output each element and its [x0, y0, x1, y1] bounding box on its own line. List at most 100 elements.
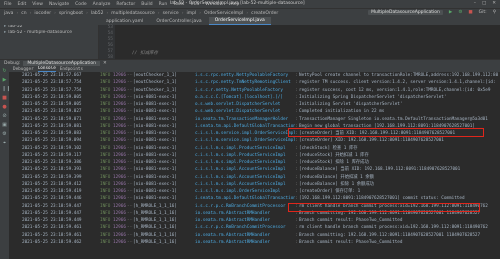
menu-analyze[interactable]: Analyze: [93, 2, 111, 7]
log-pid: 12966: [113, 87, 126, 93]
log-logger: c.i.s.l.m.s.impl.AccountServiceImpl: [195, 167, 286, 173]
run-icon[interactable]: ▶: [449, 10, 452, 15]
crumb-service[interactable]: service: [163, 11, 179, 16]
log-line: 2021-05-25 23:18:59.071INFO12966---[nio-…: [9, 116, 500, 123]
log-level: INFO: [100, 210, 111, 216]
crumb-lab52[interactable]: lab52: [91, 11, 104, 16]
menu-view[interactable]: View: [32, 2, 43, 7]
log-logger: c.i.s.l.m.service.impl.OrderServiceImpl: [195, 138, 295, 144]
log-pid: 12966: [113, 225, 126, 231]
log-thread: [nio-8081-exec-1]: [133, 131, 177, 136]
stop-icon[interactable]: ■: [2, 96, 7, 101]
pin-icon[interactable]: ⌖: [2, 141, 7, 146]
log-time: 2021-05-25 23:18:57.754: [22, 80, 82, 86]
log-thread: [nio-8081-exec-1]: [133, 152, 177, 158]
log-thread: [nio-8081-exec-1]: [133, 174, 177, 180]
log-level: INFO: [100, 203, 111, 209]
log-message: rm client handle branch commit process:x…: [299, 203, 488, 209]
title-bar: File Edit View Navigate Code Analyze Ref…: [0, 0, 500, 8]
tab-order-service-impl[interactable]: OrderServiceImpl.java: [208, 17, 271, 25]
log-message: [reduceStock] 开始扣减 1 库存: [299, 152, 369, 158]
log-message: [reduceBalance] 扣除 1 余额成功: [299, 181, 374, 187]
menu-file[interactable]: File: [4, 2, 12, 7]
log-line: 2021-05-25 23:18:59.419INFO12966---[nio-…: [9, 188, 500, 195]
resume-icon[interactable]: ▶: [2, 78, 7, 83]
menu-refactor[interactable]: Refactor: [116, 2, 135, 7]
maximize-icon[interactable]: □: [482, 1, 486, 6]
log-pid: 12966: [113, 152, 126, 158]
log-pid: 12966: [113, 145, 126, 151]
menu-build[interactable]: Build: [141, 2, 152, 7]
tab-debugger[interactable]: Debugger: [13, 67, 34, 72]
menu-edit[interactable]: Edit: [18, 2, 27, 7]
close-icon[interactable]: ✕: [103, 61, 107, 66]
stop-icon[interactable]: ■: [468, 10, 472, 15]
crumb-class[interactable]: OrderServiceImpl: [204, 11, 243, 16]
breakpoints-icon[interactable]: ●: [2, 105, 7, 110]
log-line: 2021-05-25 23:18:59.447INFO12966---[h_RM…: [9, 210, 500, 217]
console-output[interactable]: Debugger Console Endpoints 2021-05-25 23…: [9, 66, 500, 259]
log-thread: [h_RMROLE_1_1_16]: [133, 218, 177, 223]
search-icon[interactable]: ⚲: [493, 10, 496, 15]
run-config-select[interactable]: MultipleDatasourceApplication: [368, 10, 443, 15]
log-time: 2021-05-25 23:18:59.399: [22, 174, 82, 180]
tab-order-controller[interactable]: OrderController.java: [150, 18, 208, 25]
log-message: [createOrder] 当前 XID: 192.168.199.112:80…: [299, 131, 456, 136]
log-pid: 12966: [113, 203, 126, 209]
log-message: Branch commit result: PhaseTwo_Committed: [299, 239, 403, 245]
log-line: 2021-05-25 23:18:57.754INFO12966---[eout…: [9, 79, 500, 86]
rerun-icon[interactable]: ↻: [2, 69, 7, 74]
debug-toolbar: Debug: MultipleDatasourceApplication ✕: [0, 59, 500, 66]
chevron-right-icon: ›: [29, 10, 32, 16]
git-label: Git:: [478, 10, 487, 15]
menu-code[interactable]: Code: [75, 2, 87, 7]
log-line: 2021-05-25 23:18:59.447INFO12966---[h_RM…: [9, 203, 500, 210]
tab-application-yaml[interactable]: application.yaml: [100, 18, 150, 25]
debug-session-tab[interactable]: MultipleDatasourceApplication: [23, 60, 101, 66]
log-logger: io.seata.rm.AbstractRMHandler: [195, 239, 271, 245]
log-line: 2021-05-25 23:18:59.386INFO12966---[nio-…: [9, 159, 500, 166]
log-level: INFO: [100, 181, 111, 187]
pause-icon[interactable]: ❙❙: [2, 87, 10, 92]
log-time: 2021-05-25 23:18:59.005: [22, 94, 82, 100]
crumb-cn[interactable]: cn: [21, 11, 26, 16]
log-thread: [nio-8081-exec-1]: [133, 181, 177, 187]
log-pid: 12966: [113, 160, 126, 165]
debug-side-toolbar: ↻ ▶ ❙❙ ■ ● ⊘ ▣ ⚙ ⌖: [0, 66, 10, 259]
project-item-multiple-datasource[interactable]: ▸ lab-52 - multiple-datasource: [0, 30, 98, 37]
log-pid: 12966: [113, 131, 126, 136]
mute-breakpoints-icon[interactable]: ⊘: [2, 114, 7, 119]
log-thread: [eoutChecker_1_1]: [133, 73, 177, 78]
debug-icon[interactable]: ⚙: [458, 10, 462, 15]
crumb-multipledatasource[interactable]: multipledatasource: [111, 11, 154, 16]
log-line: 2021-05-25 23:18:59.081INFO12966---[nio-…: [9, 123, 500, 130]
crumb-java[interactable]: java: [4, 11, 13, 16]
log-time: 2021-05-25 23:18:59.447: [22, 203, 82, 209]
log-thread: [h_RMROLE_1_1_16]: [133, 225, 177, 231]
minimize-icon[interactable]: –: [474, 1, 476, 6]
code-editor[interactable]: 53 54 55 56 57 58 // 扣减库存 productService…: [99, 25, 500, 104]
crumb-springboot[interactable]: springboot: [59, 11, 83, 16]
log-message: Begin new global transaction [192.168.19…: [299, 123, 475, 129]
log-pid: 12966: [113, 218, 126, 223]
menu-run[interactable]: Run: [159, 2, 168, 7]
log-line: 2021-05-25 23:18:59.462INFO12966---[h_RM…: [9, 239, 500, 246]
camera-icon[interactable]: ▣: [2, 123, 7, 128]
crumb-method[interactable]: createOrder: [251, 11, 278, 16]
settings-icon[interactable]: ⚙: [2, 132, 7, 137]
log-time: 2021-05-25 23:18:59.462: [22, 239, 82, 245]
crumb-iocoder[interactable]: iocoder: [34, 11, 51, 16]
crumb-impl[interactable]: impl: [187, 11, 197, 16]
log-logger: o.s.web.servlet.DispatcherServlet: [195, 102, 281, 107]
log-thread: [nio-8081-exec-1]: [133, 160, 177, 165]
log-message: [reduceBalance] 当前 XID: 192.168.199.112:…: [299, 167, 461, 173]
menu-navigate[interactable]: Navigate: [49, 2, 69, 7]
log-message: Completed initialization in 22 ms: [299, 109, 385, 115]
log-logger: i.s.c.rpc.netty.TmNettyRemotingClient: [195, 80, 291, 86]
tab-endpoints[interactable]: Endpoints: [60, 67, 83, 72]
log-line: 2021-05-25 23:18:59.412INFO12966---[nio-…: [9, 181, 500, 188]
chevron-right-icon: ›: [246, 10, 249, 16]
close-icon[interactable]: ✕: [492, 1, 496, 6]
log-level: INFO: [100, 218, 111, 223]
log-message: Initializing Servlet 'dispatcherServlet': [299, 102, 403, 107]
